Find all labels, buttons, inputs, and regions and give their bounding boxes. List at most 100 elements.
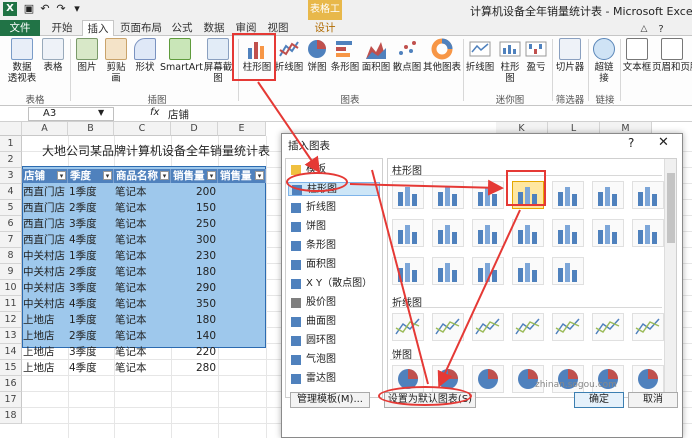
- table-cell[interactable]: 笔记本: [115, 233, 172, 247]
- column-chart-subtype[interactable]: [592, 219, 624, 247]
- insert-function-button[interactable]: fx: [150, 107, 159, 118]
- namebox-dropdown-icon[interactable]: ▼: [98, 108, 104, 117]
- filter-dropdown-icon[interactable]: ▾: [207, 171, 216, 180]
- table-cell[interactable]: 2季度: [69, 265, 115, 279]
- column-chart-subtype[interactable]: [472, 257, 504, 285]
- table-cell[interactable]: 350: [171, 297, 218, 311]
- table-cell[interactable]: 上地店: [23, 361, 69, 375]
- column-chart-subtype[interactable]: [552, 219, 584, 247]
- table-cell[interactable]: 150: [171, 201, 218, 215]
- line-chart-button[interactable]: 折线图: [274, 38, 304, 73]
- shapes-button[interactable]: 形状: [132, 38, 158, 73]
- line-chart-subtype[interactable]: [472, 313, 504, 341]
- other-charts-button[interactable]: 其他图表: [423, 38, 461, 73]
- table-cell[interactable]: 中关村店: [23, 249, 69, 263]
- line-chart-subtype[interactable]: [592, 313, 624, 341]
- tab-design[interactable]: 设计: [310, 20, 340, 36]
- row-header[interactable]: 10: [0, 280, 22, 296]
- table-cell[interactable]: 300: [171, 233, 218, 247]
- row-header[interactable]: 6: [0, 216, 22, 232]
- table-cell[interactable]: 中关村店: [23, 281, 69, 295]
- row-header[interactable]: 17: [0, 392, 22, 408]
- row-header[interactable]: 8: [0, 248, 22, 264]
- formula-input[interactable]: 店铺: [168, 107, 189, 122]
- column-chart-subtype[interactable]: [392, 181, 424, 209]
- filter-dropdown-icon[interactable]: ▾: [57, 171, 66, 180]
- bar-chart-button[interactable]: 条形图: [330, 38, 360, 73]
- chart-type-item[interactable]: 曲面图: [288, 315, 380, 329]
- table-cell[interactable]: 1季度: [69, 185, 115, 199]
- table-cell[interactable]: 3季度: [69, 281, 115, 295]
- table-cell[interactable]: 上地店: [23, 329, 69, 343]
- column-chart-subtype[interactable]: [512, 219, 544, 247]
- table-cell[interactable]: 笔记本: [115, 217, 172, 231]
- slicer-button[interactable]: 切片器: [554, 38, 586, 73]
- column-chart-subtype[interactable]: [552, 257, 584, 285]
- column-chart-subtype[interactable]: [632, 219, 664, 247]
- row-header[interactable]: 9: [0, 264, 22, 280]
- gallery-scrollbar[interactable]: [664, 159, 676, 397]
- table-cell[interactable]: 2季度: [69, 329, 115, 343]
- table-cell[interactable]: 西直门店: [23, 201, 69, 215]
- column-header[interactable]: C: [114, 122, 171, 136]
- table-cell[interactable]: 上地店: [23, 345, 69, 359]
- chart-type-item[interactable]: 气泡图: [288, 353, 380, 367]
- table-cell[interactable]: 笔记本: [115, 201, 172, 215]
- table-cell[interactable]: 1季度: [69, 249, 115, 263]
- dialog-close-button[interactable]: ✕: [658, 135, 669, 150]
- chart-type-item[interactable]: 折线图: [288, 201, 380, 215]
- redo-icon[interactable]: ↷: [54, 2, 68, 16]
- line-chart-subtype[interactable]: [552, 313, 584, 341]
- table-cell[interactable]: 西直门店: [23, 185, 69, 199]
- area-chart-button[interactable]: 面积图: [361, 38, 391, 73]
- table-header-cell[interactable]: 季度 ▾: [68, 169, 114, 183]
- row-header[interactable]: 4: [0, 184, 22, 200]
- chart-type-item[interactable]: X Y（散点图）: [288, 277, 380, 291]
- row-header[interactable]: 11: [0, 296, 22, 312]
- table-cell[interactable]: 4季度: [69, 233, 115, 247]
- scroll-thumb[interactable]: [667, 173, 675, 243]
- table-cell[interactable]: 4季度: [69, 361, 115, 375]
- row-header[interactable]: 3: [0, 168, 22, 184]
- table-cell[interactable]: 上地店: [23, 313, 69, 327]
- table-cell[interactable]: 280: [171, 361, 218, 375]
- column-chart-subtype[interactable]: [432, 181, 464, 209]
- column-chart-subtype[interactable]: [392, 257, 424, 285]
- table-header-cell[interactable]: 销售量 ▾: [218, 169, 266, 183]
- table-cell[interactable]: 220: [171, 345, 218, 359]
- tab-insert[interactable]: 插入: [82, 20, 114, 37]
- row-header[interactable]: 1: [0, 136, 22, 152]
- column-header[interactable]: B: [68, 122, 114, 136]
- filter-dropdown-icon[interactable]: ▾: [255, 171, 264, 180]
- table-cell[interactable]: 250: [171, 217, 218, 231]
- row-header[interactable]: 15: [0, 360, 22, 376]
- column-chart-subtype[interactable]: [432, 219, 464, 247]
- table-cell[interactable]: 笔记本: [115, 185, 172, 199]
- line-chart-subtype[interactable]: [392, 313, 424, 341]
- filter-dropdown-icon[interactable]: ▾: [103, 171, 112, 180]
- column-chart-subtype[interactable]: [432, 257, 464, 285]
- scatter-chart-button[interactable]: 散点图: [392, 38, 422, 73]
- screenshot-button[interactable]: 屏幕截图: [201, 38, 235, 84]
- table-cell[interactable]: 3季度: [69, 217, 115, 231]
- line-chart-subtype[interactable]: [632, 313, 664, 341]
- sparkline-column-button[interactable]: 柱形图: [496, 38, 524, 84]
- table-cell[interactable]: 中关村店: [23, 297, 69, 311]
- table-button[interactable]: 表格: [40, 38, 66, 73]
- table-cell[interactable]: 1季度: [69, 313, 115, 327]
- column-header[interactable]: A: [22, 122, 68, 136]
- undo-icon[interactable]: ↶: [38, 2, 52, 16]
- chart-type-item[interactable]: 面积图: [288, 258, 380, 272]
- table-header-cell[interactable]: 销售量 ▾: [171, 169, 218, 183]
- select-all-corner[interactable]: [0, 122, 22, 136]
- tab-page-layout[interactable]: 页面布局: [116, 20, 166, 36]
- table-cell[interactable]: 2季度: [69, 201, 115, 215]
- table-cell[interactable]: 中关村店: [23, 265, 69, 279]
- chart-type-item[interactable]: 雷达图: [288, 372, 380, 386]
- tab-home[interactable]: 开始: [44, 20, 80, 36]
- row-header[interactable]: 12: [0, 312, 22, 328]
- column-chart-subtype[interactable]: [552, 181, 584, 209]
- table-cell[interactable]: 西直门店: [23, 217, 69, 231]
- table-cell[interactable]: 230: [171, 249, 218, 263]
- table-cell[interactable]: 笔记本: [115, 265, 172, 279]
